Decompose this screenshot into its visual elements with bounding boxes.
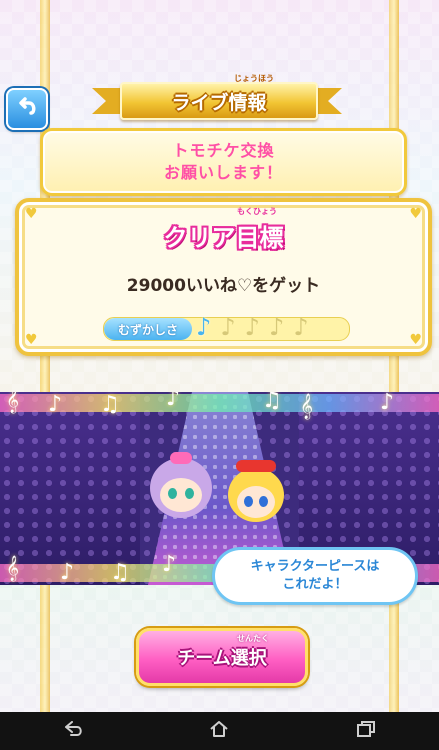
difficulty-bar: むずかしさ ♪ ♪ ♪ ♪ ♪ bbox=[103, 313, 350, 341]
title-ribbon: じょうほう ライブ情報 bbox=[92, 74, 342, 120]
light-band-top bbox=[0, 394, 439, 412]
page-title: ライブ情報 bbox=[171, 91, 267, 114]
back-arrow-icon bbox=[16, 96, 38, 122]
request-line-2: お願いします！ bbox=[163, 163, 283, 182]
music-note-icon: 𝄞 bbox=[6, 392, 20, 413]
team-button-ruby: せんたく bbox=[237, 634, 269, 643]
difficulty-note-empty-icon: ♪ bbox=[220, 313, 236, 341]
music-note-icon: ♫ bbox=[100, 392, 120, 417]
music-note-icon: 𝄞 bbox=[300, 394, 314, 419]
nav-recent-apps-button[interactable] bbox=[336, 712, 396, 750]
corner-heart-icon: ♥ bbox=[25, 332, 38, 348]
clear-goal-panel: ♥ ♥ ♥ ♥ もくひょう クリア目標 29000いいね♡をゲット むずかしさ … bbox=[15, 198, 432, 356]
difficulty-notes: ♪ ♪ ♪ ♪ ♪ bbox=[196, 313, 309, 341]
hint-line-2: これだよ！ bbox=[282, 577, 348, 592]
nav-home-button[interactable] bbox=[189, 712, 249, 750]
character-piece-purple bbox=[150, 452, 212, 518]
corner-heart-icon: ♥ bbox=[409, 332, 422, 348]
music-note-icon: ♪ bbox=[380, 392, 395, 415]
difficulty-note-empty-icon: ♪ bbox=[244, 313, 260, 341]
nav-back-icon bbox=[62, 721, 84, 741]
music-note-icon: ♫ bbox=[110, 560, 130, 585]
hair-bow-icon bbox=[170, 452, 192, 464]
request-line-1: トモチケ交換 bbox=[172, 141, 275, 160]
difficulty-note-empty-icon: ♪ bbox=[268, 313, 285, 341]
back-button[interactable] bbox=[6, 88, 48, 130]
team-select-label: チーム選択 bbox=[177, 648, 267, 669]
hint-line-1: キャラクターピースは bbox=[250, 559, 380, 574]
goal-title: クリア目標 bbox=[163, 224, 284, 252]
hair-ribbon-icon bbox=[236, 460, 276, 472]
music-note-icon: ♫ bbox=[262, 392, 282, 413]
difficulty-label: むずかしさ bbox=[104, 318, 192, 340]
nav-home-icon bbox=[208, 720, 230, 742]
ticket-request-box: トモチケ交換 お願いします！ bbox=[40, 128, 407, 196]
nav-back-button[interactable] bbox=[43, 712, 103, 750]
gold-pillar-right bbox=[389, 0, 399, 712]
music-note-icon: ♪ bbox=[162, 552, 177, 577]
music-note-icon: 𝄞 bbox=[6, 556, 20, 581]
team-select-button[interactable]: せんたく チーム選択 bbox=[136, 628, 308, 686]
music-note-icon: ♪ bbox=[166, 392, 181, 411]
goal-description: 29000いいね♡をゲット bbox=[126, 276, 321, 296]
nav-recent-apps-icon bbox=[356, 720, 376, 742]
title-ruby: じょうほう bbox=[234, 74, 274, 83]
music-note-icon: ♪ bbox=[48, 392, 63, 417]
ribbon-body: じょうほう ライブ情報 bbox=[120, 74, 318, 120]
difficulty-note-empty-icon: ♪ bbox=[293, 313, 309, 341]
system-nav-bar bbox=[0, 712, 439, 750]
goal-title-ruby: もくひょう bbox=[237, 207, 277, 216]
difficulty-note-filled-icon: ♪ bbox=[196, 313, 212, 341]
hint-speech-bubble: キャラクターピースは これだよ！ bbox=[212, 547, 418, 605]
music-note-icon: ♪ bbox=[60, 560, 75, 585]
character-piece-yellow bbox=[228, 460, 284, 522]
